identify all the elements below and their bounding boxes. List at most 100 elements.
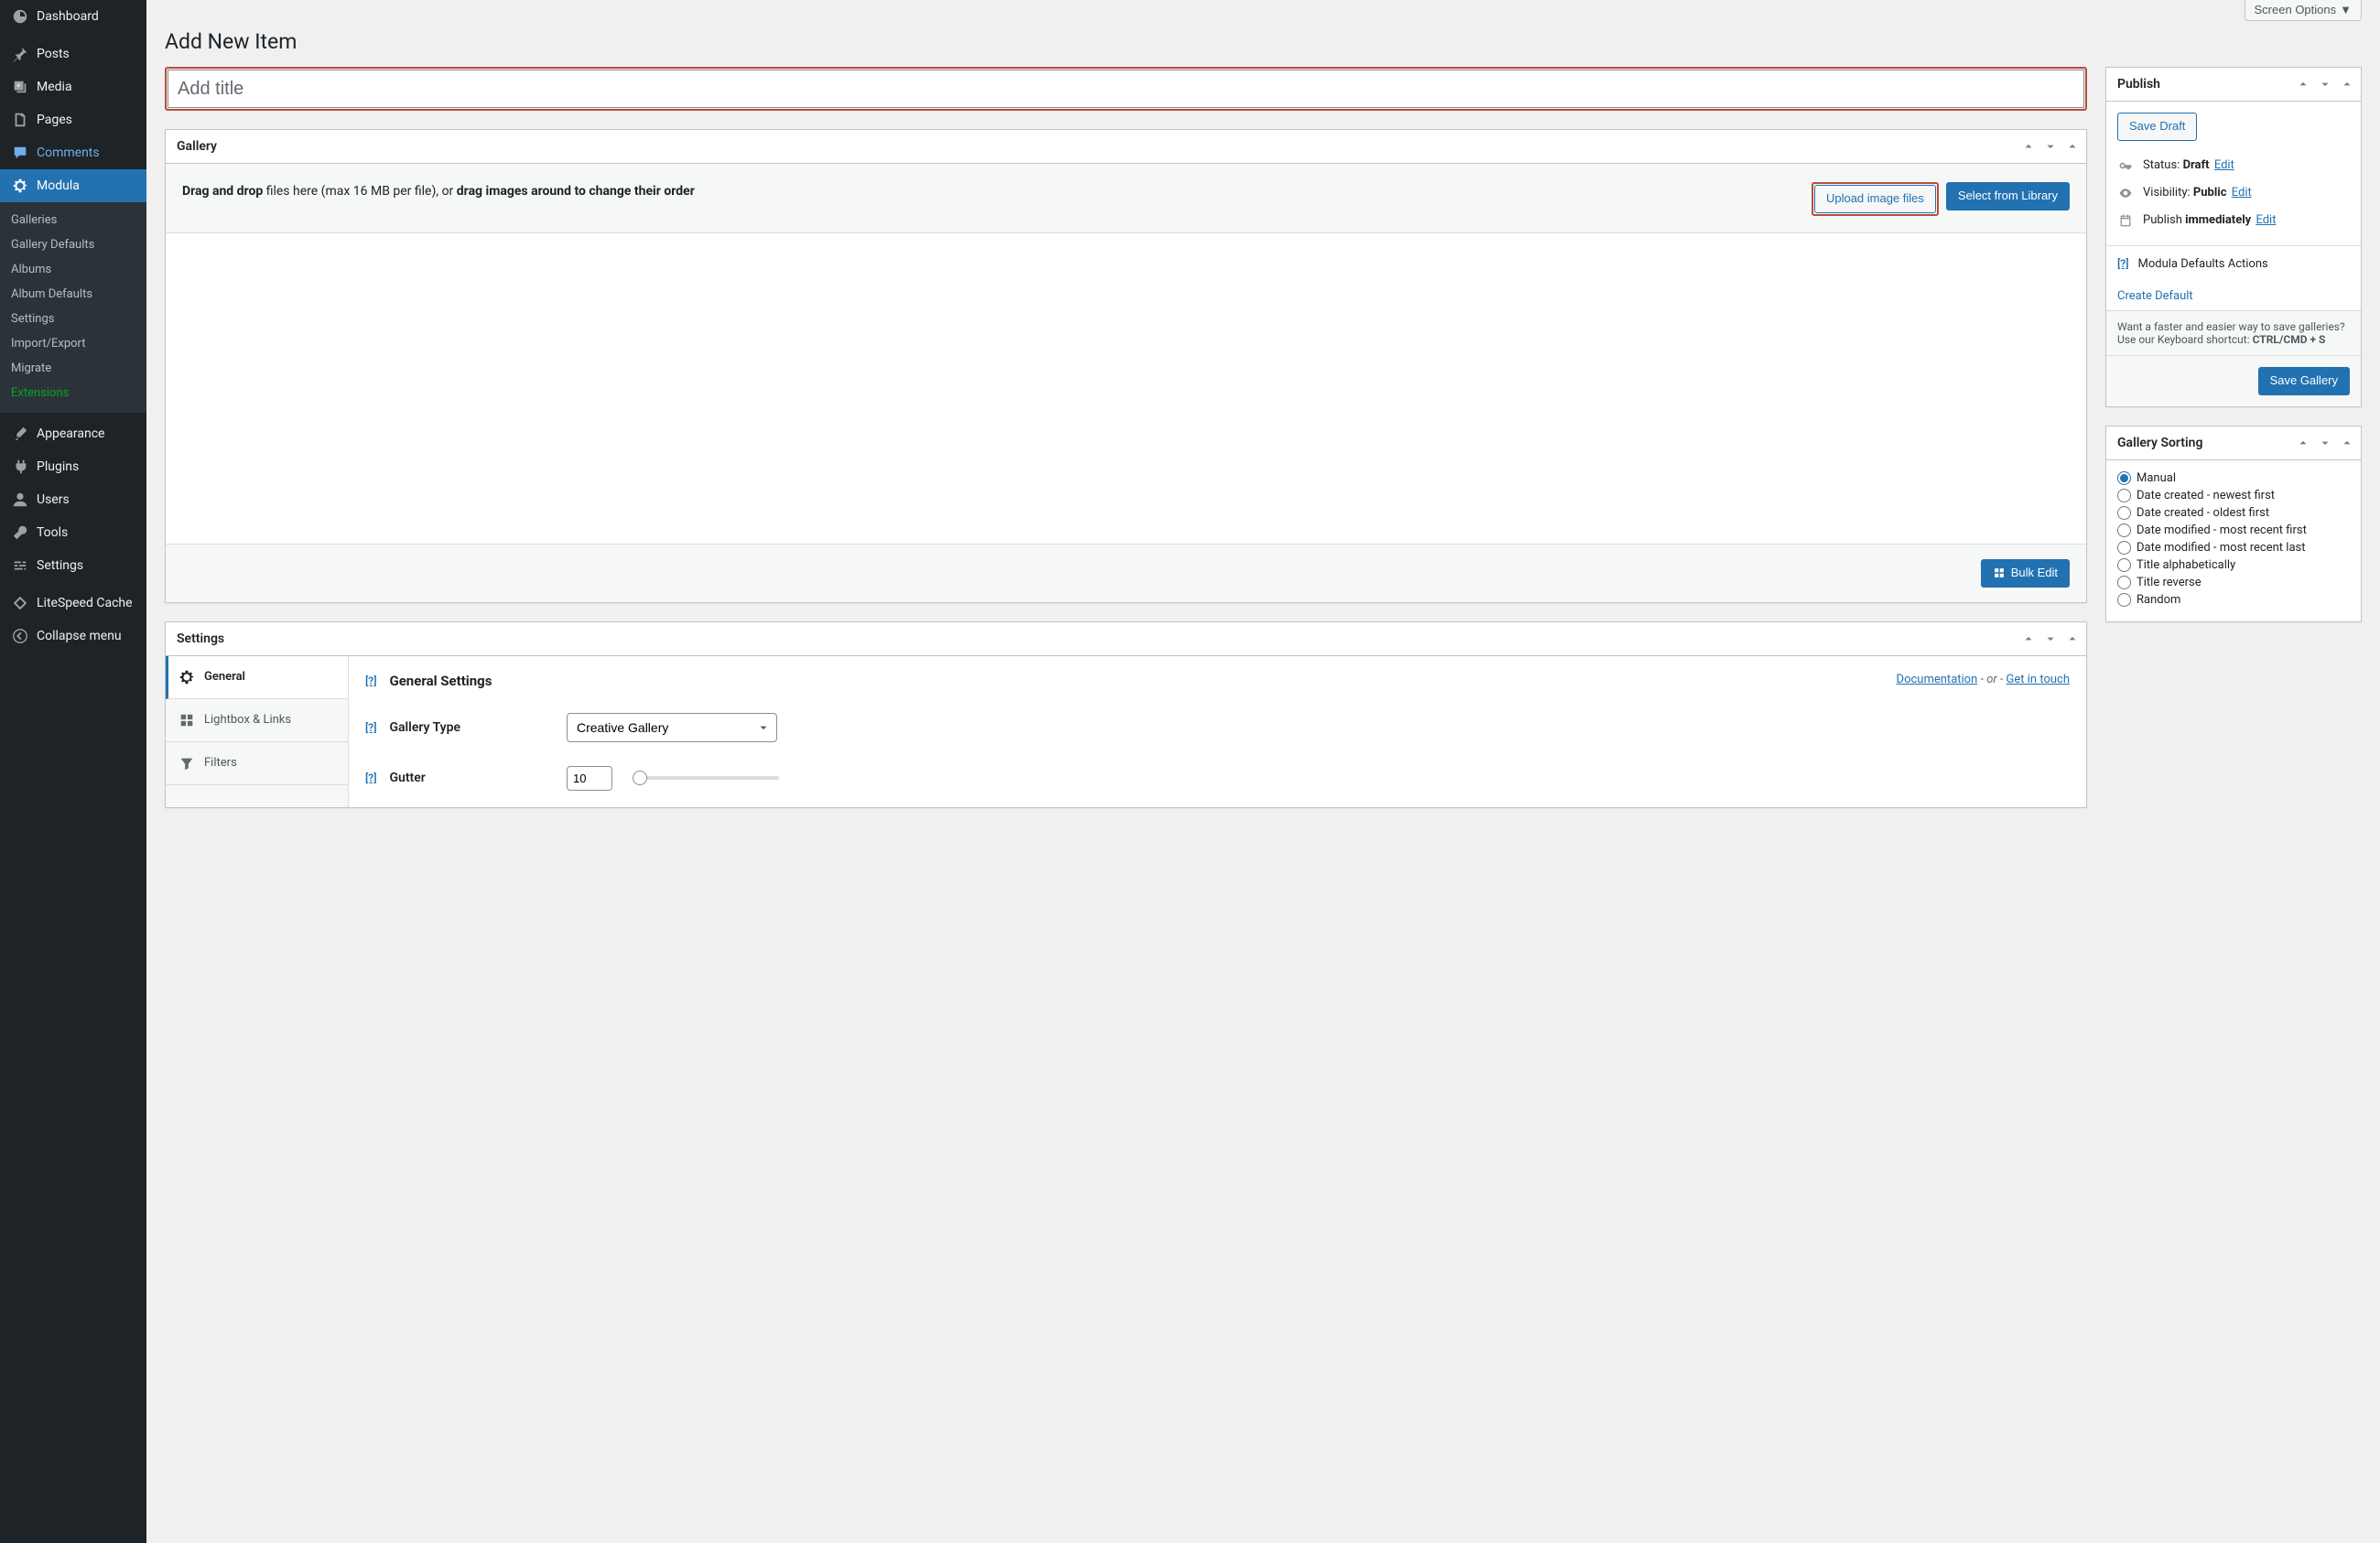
- screen-options-button[interactable]: Screen Options▼: [2245, 0, 2362, 21]
- page-icon: [11, 111, 29, 129]
- admin-sidebar: Dashboard Posts Media Pages Comments Mod…: [0, 0, 146, 1543]
- comment-icon: [11, 144, 29, 162]
- sidebar-item-collapse[interactable]: Collapse menu: [0, 620, 146, 653]
- help-marker[interactable]: [?]: [2117, 257, 2128, 270]
- sidebar-item-label: Modula: [37, 178, 80, 193]
- sort-title-az[interactable]: Title alphabetically: [2117, 556, 2350, 574]
- settings-postbox: Settings General: [165, 621, 2087, 808]
- toggle-icon[interactable]: [2337, 74, 2357, 94]
- sidebar-item-label: Collapse menu: [37, 629, 122, 643]
- submenu-galleries[interactable]: Galleries: [0, 208, 146, 232]
- sidebar-item-litespeed[interactable]: LiteSpeed Cache: [0, 587, 146, 620]
- sidebar-item-tools[interactable]: Tools: [0, 516, 146, 549]
- sort-title-za[interactable]: Title reverse: [2117, 574, 2350, 591]
- documentation-link[interactable]: Documentation: [1897, 673, 1978, 686]
- sidebar-item-label: Users: [37, 492, 70, 507]
- sidebar-item-label: Pages: [37, 113, 72, 127]
- settings-panel: [?] General Settings Documentation - or …: [349, 656, 2086, 807]
- get-in-touch-link[interactable]: Get in touch: [2007, 673, 2070, 686]
- toggle-icon[interactable]: [2062, 629, 2082, 649]
- gear-icon: [178, 669, 195, 685]
- sidebar-item-pages[interactable]: Pages: [0, 103, 146, 136]
- sidebar-item-settings[interactable]: Settings: [0, 549, 146, 582]
- sidebar-item-comments[interactable]: Comments: [0, 136, 146, 169]
- move-up-icon[interactable]: [2293, 433, 2313, 453]
- sidebar-item-users[interactable]: Users: [0, 483, 146, 516]
- drop-instructions: Drag and drop files here (max 16 MB per …: [182, 182, 695, 200]
- save-gallery-button[interactable]: Save Gallery: [2258, 367, 2350, 395]
- help-marker[interactable]: [?]: [365, 772, 376, 784]
- toggle-icon[interactable]: [2062, 136, 2082, 156]
- sort-modified-recent-last[interactable]: Date modified - most recent last: [2117, 539, 2350, 556]
- edit-visibility-link[interactable]: Edit: [2232, 186, 2252, 200]
- select-from-library-button[interactable]: Select from Library: [1946, 182, 2070, 210]
- gutter-input[interactable]: [567, 766, 612, 791]
- gallery-type-select[interactable]: Creative Gallery: [567, 713, 777, 742]
- content-area: Screen Options▼ Add New Item Gallery: [146, 0, 2380, 863]
- sort-date-newest[interactable]: Date created - newest first: [2117, 487, 2350, 504]
- bulk-edit-button[interactable]: Bulk Edit: [1981, 559, 2070, 588]
- sidebar-item-plugins[interactable]: Plugins: [0, 450, 146, 483]
- move-down-icon[interactable]: [2315, 74, 2335, 94]
- gallery-postbox: Gallery Drag and drop files here (max 16…: [165, 129, 2087, 603]
- settings-tab-general[interactable]: General: [166, 656, 348, 699]
- submenu-album-defaults[interactable]: Album Defaults: [0, 282, 146, 307]
- settings-panel-help: Documentation - or - Get in touch: [1897, 673, 2070, 686]
- sidebar-item-label: Appearance: [37, 426, 104, 441]
- create-default-link[interactable]: Create Default: [2117, 289, 2193, 303]
- gutter-slider[interactable]: [633, 770, 779, 786]
- sort-date-oldest[interactable]: Date created - oldest first: [2117, 504, 2350, 522]
- gutter-label: Gutter: [389, 771, 425, 785]
- settings-tab-filters[interactable]: Filters: [166, 742, 348, 785]
- gallery-type-select-wrap: Creative Gallery: [567, 713, 777, 742]
- sidebar-item-label: Comments: [37, 146, 100, 160]
- move-up-icon[interactable]: [2018, 629, 2039, 649]
- publish-postbox: Publish Save Draft Status: Draft Edit: [2105, 67, 2362, 407]
- defaults-actions-row: [?] Modula Defaults Actions: [2106, 245, 2361, 282]
- gallery-images-area[interactable]: [166, 232, 2086, 544]
- help-marker[interactable]: [?]: [365, 674, 376, 687]
- submenu-settings[interactable]: Settings: [0, 307, 146, 331]
- submenu-extensions[interactable]: Extensions: [0, 381, 146, 405]
- title-highlight: [165, 67, 2087, 111]
- sidebar-item-media[interactable]: Media: [0, 70, 146, 103]
- sort-random[interactable]: Random: [2117, 591, 2350, 609]
- help-marker[interactable]: [?]: [365, 721, 376, 734]
- modula-submenu: Galleries Gallery Defaults Albums Album …: [0, 202, 146, 413]
- move-up-icon[interactable]: [2293, 74, 2313, 94]
- sidebar-item-label: Plugins: [37, 459, 79, 474]
- gallery-type-row: [?] Gallery Type Creative Gallery: [365, 713, 2070, 742]
- sidebar-item-dashboard[interactable]: Dashboard: [0, 0, 146, 33]
- move-down-icon[interactable]: [2040, 136, 2061, 156]
- move-down-icon[interactable]: [2040, 629, 2061, 649]
- title-input[interactable]: [168, 70, 2084, 108]
- sidebar-item-label: Posts: [37, 47, 70, 61]
- save-draft-button[interactable]: Save Draft: [2117, 113, 2197, 141]
- grid-icon: [178, 712, 195, 728]
- gallery-heading: Gallery: [166, 130, 228, 163]
- sidebar-item-label: Settings: [37, 558, 83, 573]
- submenu-migrate[interactable]: Migrate: [0, 356, 146, 381]
- edit-status-link[interactable]: Edit: [2214, 158, 2234, 172]
- slider-thumb[interactable]: [633, 771, 647, 785]
- edit-date-link[interactable]: Edit: [2256, 213, 2276, 227]
- gallery-drop-area[interactable]: Drag and drop files here (max 16 MB per …: [166, 164, 2086, 232]
- move-up-icon[interactable]: [2018, 136, 2039, 156]
- user-icon: [11, 491, 29, 509]
- sort-modified-recent-first[interactable]: Date modified - most recent first: [2117, 522, 2350, 539]
- settings-tab-lightbox[interactable]: Lightbox & Links: [166, 699, 348, 742]
- wrench-icon: [11, 523, 29, 542]
- settings-panel-title: General Settings: [389, 673, 492, 689]
- sort-manual[interactable]: Manual: [2117, 469, 2350, 487]
- sidebar-item-modula[interactable]: Modula: [0, 169, 146, 202]
- pin-icon: [11, 45, 29, 63]
- move-down-icon[interactable]: [2315, 433, 2335, 453]
- submenu-gallery-defaults[interactable]: Gallery Defaults: [0, 232, 146, 257]
- submenu-import-export[interactable]: Import/Export: [0, 331, 146, 356]
- upload-image-files-button[interactable]: Upload image files: [1814, 185, 1936, 213]
- sidebar-item-posts[interactable]: Posts: [0, 38, 146, 70]
- sorting-postbox: Gallery Sorting Manual Date created - ne…: [2105, 426, 2362, 622]
- toggle-icon[interactable]: [2337, 433, 2357, 453]
- sidebar-item-appearance[interactable]: Appearance: [0, 417, 146, 450]
- submenu-albums[interactable]: Albums: [0, 257, 146, 282]
